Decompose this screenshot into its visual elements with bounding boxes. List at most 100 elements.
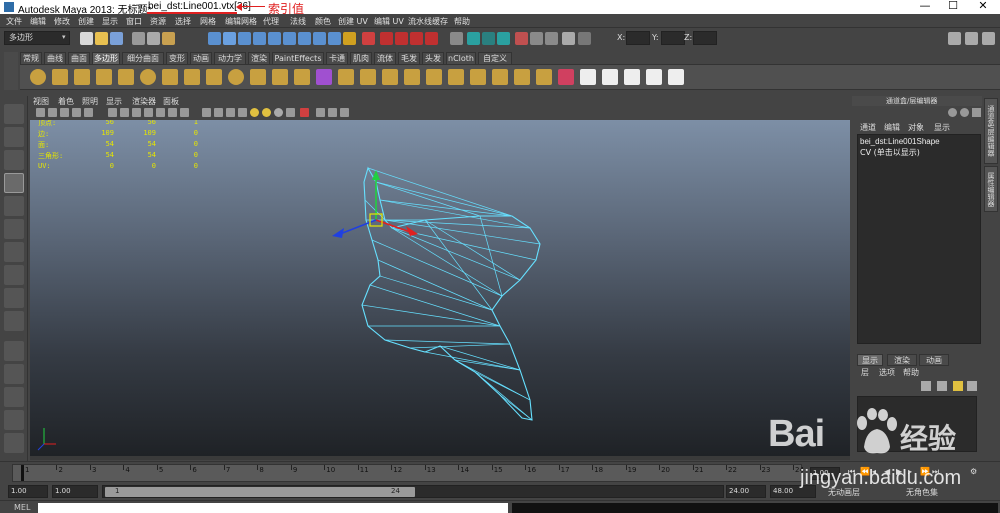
object-info[interactable]: CV (单击以显示) (860, 147, 920, 158)
snap-view-plane-icon[interactable] (410, 32, 423, 45)
planar-mapping-icon[interactable] (558, 69, 574, 85)
extrude-icon[interactable] (338, 69, 354, 85)
toggle-attribute-editor-icon[interactable] (948, 32, 961, 45)
separate-icon[interactable] (272, 69, 288, 85)
snap-grid-icon[interactable] (362, 32, 375, 45)
move-z-axis[interactable] (339, 219, 377, 235)
poly-plane-icon[interactable] (118, 69, 134, 85)
merge-icon[interactable] (492, 69, 508, 85)
combine-icon[interactable] (250, 69, 266, 85)
shelf-tab[interactable]: nCloth (446, 52, 476, 64)
poly-sphere-icon[interactable] (30, 69, 46, 85)
pick-mask-face-icon[interactable] (238, 32, 251, 45)
layer-tab[interactable]: 动画 (919, 354, 949, 366)
y-field[interactable] (661, 31, 685, 45)
menu-item[interactable]: 颜色 (315, 16, 331, 27)
select-object-icon[interactable] (147, 32, 160, 45)
menu-item[interactable]: 编辑 UV (374, 16, 404, 27)
poly-pyramid-icon[interactable] (184, 69, 200, 85)
append-polygon-icon[interactable] (382, 69, 398, 85)
pick-mask-uv-icon[interactable] (253, 32, 266, 45)
four-view-layout-icon[interactable] (4, 364, 24, 384)
use-all-lights-icon[interactable] (250, 108, 259, 117)
close-button[interactable]: ✕ (970, 0, 996, 12)
shadows-icon[interactable] (262, 108, 271, 117)
pin-icon[interactable] (972, 108, 981, 117)
shelf-menu-icon[interactable] (4, 52, 18, 90)
pick-mask-misc-icon[interactable] (328, 32, 341, 45)
menu-item[interactable]: 流水线缓存 (408, 16, 448, 27)
current-time-marker[interactable] (21, 465, 24, 481)
range-slider-track[interactable]: 1 24 (102, 485, 724, 498)
safe-title-icon[interactable] (168, 108, 177, 117)
single-perspective-layout-icon[interactable] (4, 341, 24, 361)
layer-options-icon[interactable] (967, 381, 977, 391)
move-z-arrow-icon[interactable] (332, 228, 344, 238)
new-layer-icon[interactable] (921, 381, 931, 391)
spherical-mapping-icon[interactable] (646, 69, 662, 85)
xray-active-icon[interactable] (328, 108, 337, 117)
camera-attributes-icon[interactable] (48, 108, 57, 117)
uv-texture-editor-icon[interactable] (668, 69, 684, 85)
scale-tool-icon[interactable] (4, 219, 24, 239)
symmetry-icon[interactable] (545, 32, 558, 45)
split-polygon-icon[interactable] (404, 69, 420, 85)
time-slider-track[interactable]: 1 2 3 4 5 6 7 8 9 10 11 12 13 14 15 16 17 18 19 20 21 22 23 24 (12, 464, 804, 482)
bookmark-icon[interactable] (60, 108, 69, 117)
maximize-button[interactable]: ☐ (940, 0, 966, 12)
menu-item[interactable]: 选择 (175, 16, 191, 27)
textured-icon[interactable] (226, 108, 235, 117)
isolate-select-icon[interactable] (300, 108, 309, 117)
lasso-tool-icon[interactable] (4, 127, 24, 147)
persp-outliner-layout-icon[interactable] (4, 387, 24, 407)
help-icon[interactable] (948, 108, 957, 117)
pick-mask-handle-icon[interactable] (313, 32, 326, 45)
menu-set-select[interactable]: 多边形 (4, 31, 70, 45)
automatic-mapping-icon[interactable] (602, 69, 618, 85)
layer-menu-item[interactable]: 层 (861, 367, 869, 378)
animation-start-field[interactable]: 1.00 (8, 485, 48, 498)
wireframe-on-shaded-icon[interactable] (214, 108, 223, 117)
shelf-tab[interactable]: 流体 (374, 52, 396, 64)
menu-item[interactable]: 窗口 (126, 16, 142, 27)
xray-icon[interactable] (286, 108, 295, 117)
transform-constraints-icon[interactable] (530, 32, 543, 45)
cylindrical-mapping-icon[interactable] (624, 69, 640, 85)
shelf-tab[interactable]: 多边形 (92, 52, 120, 64)
layer-menu-item[interactable]: 帮助 (903, 367, 919, 378)
offset-edge-loop-icon[interactable] (448, 69, 464, 85)
menu-item[interactable]: 资源 (150, 16, 166, 27)
high-quality-icon[interactable] (274, 108, 283, 117)
pick-mask-hull-icon[interactable] (283, 32, 296, 45)
menu-item[interactable]: 网格 (200, 16, 216, 27)
poly-cube-icon[interactable] (52, 69, 68, 85)
x-field[interactable] (626, 31, 650, 45)
menu-item[interactable]: 编辑 (30, 16, 46, 27)
hypershade-icon[interactable] (515, 32, 528, 45)
pick-mask-pivot-icon[interactable] (298, 32, 311, 45)
layer-tab[interactable]: 渲染 (887, 354, 917, 366)
bevel-icon[interactable] (470, 69, 486, 85)
menu-item[interactable]: 编辑网格 (225, 16, 257, 27)
menu-item[interactable]: 创建 UV (338, 16, 368, 27)
make-live-icon[interactable] (425, 32, 438, 45)
shelf-tab[interactable]: 动画 (190, 52, 212, 64)
sculpt-geometry-icon[interactable] (316, 69, 332, 85)
layer-menu-item[interactable]: 选项 (879, 367, 895, 378)
xray-joints-icon[interactable] (316, 108, 325, 117)
select-tool-icon[interactable] (4, 104, 24, 124)
render-frame-icon[interactable] (467, 32, 480, 45)
channel-box-menu-item[interactable]: 通道 (860, 122, 876, 133)
shelf-tab[interactable]: 自定义 (478, 52, 512, 64)
menu-item[interactable]: 法线 (290, 16, 306, 27)
poly-torus-icon[interactable] (140, 69, 156, 85)
shelf-tab[interactable]: 曲面 (68, 52, 90, 64)
pick-mask-edge-icon[interactable] (223, 32, 236, 45)
shelf-tab[interactable]: 肌肉 (350, 52, 372, 64)
smooth-shade-icon[interactable] (202, 108, 211, 117)
grid-toggle-icon[interactable] (84, 108, 93, 117)
history-icon[interactable] (450, 32, 463, 45)
channel-box-menu-item[interactable]: 编辑 (884, 122, 900, 133)
shelf-tab[interactable]: 曲线 (44, 52, 66, 64)
resolution-gate-icon[interactable] (120, 108, 129, 117)
